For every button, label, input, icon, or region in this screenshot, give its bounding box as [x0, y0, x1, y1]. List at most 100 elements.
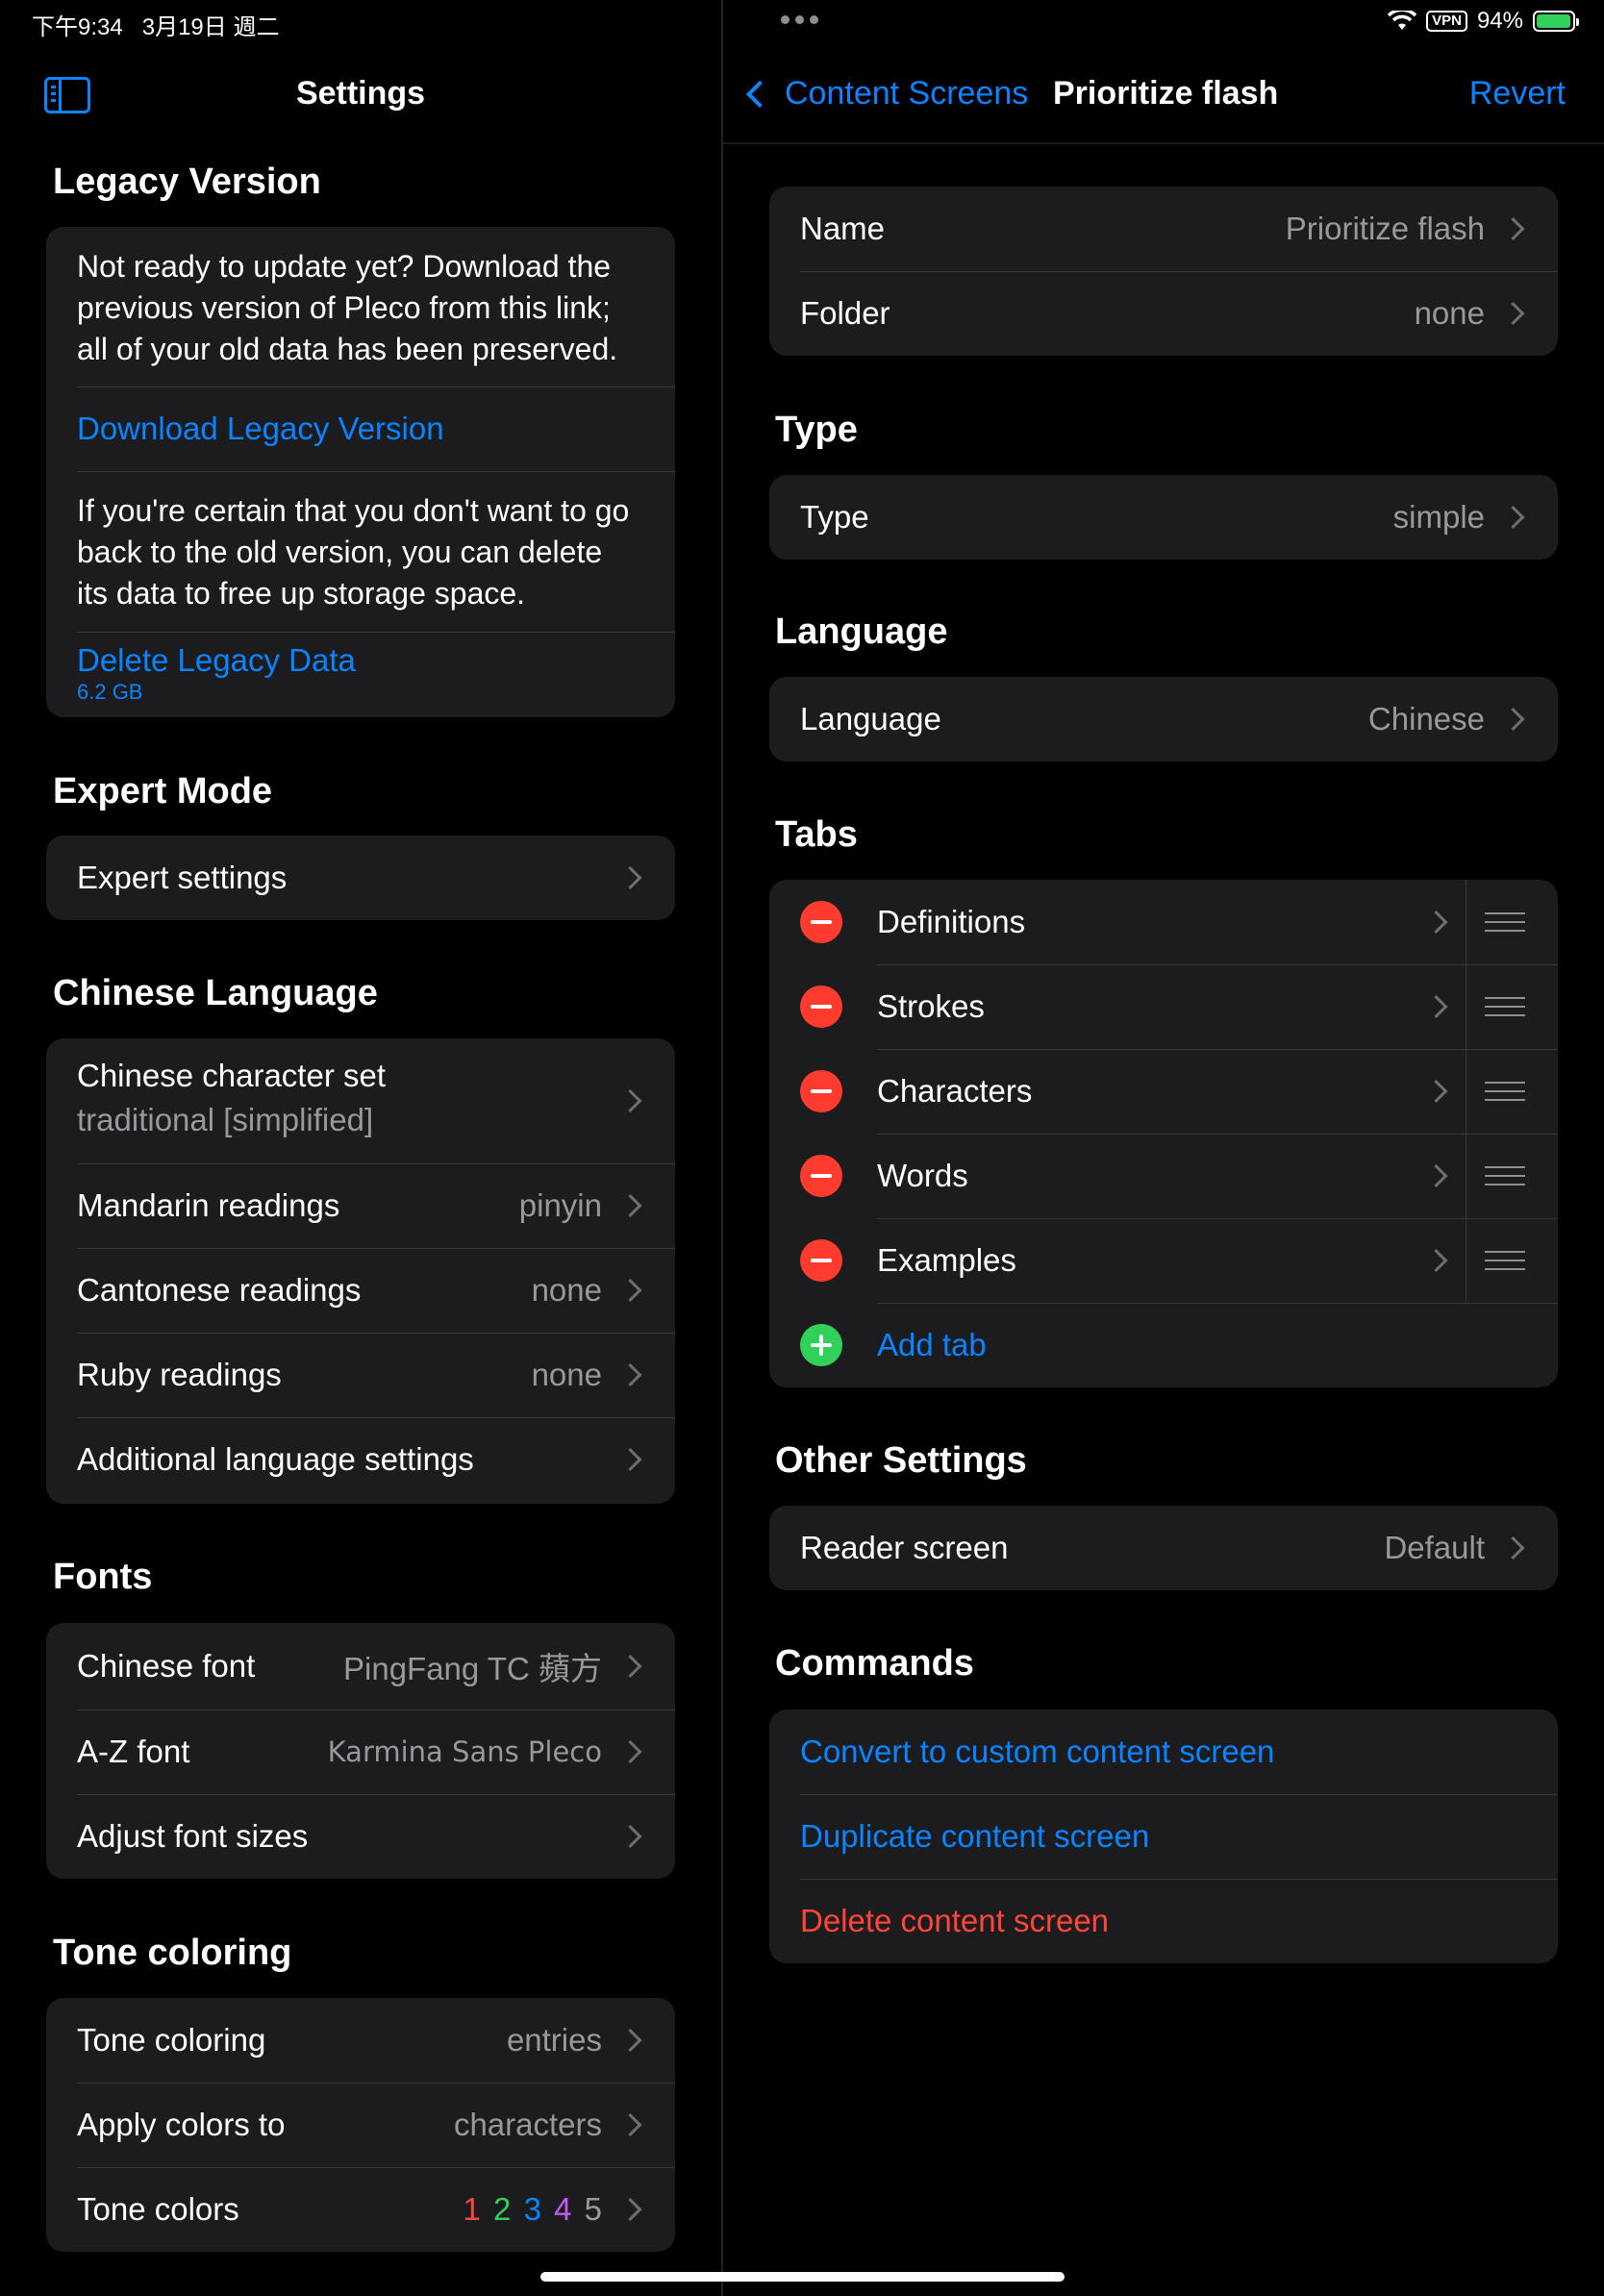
- name-row[interactable]: Name Prioritize flash: [769, 187, 1558, 271]
- type-card: Type simple: [769, 475, 1558, 560]
- tab-characters-row[interactable]: Characters: [769, 1049, 1558, 1134]
- chevron-right-icon: [1424, 1079, 1448, 1104]
- tone-coloring-card: Tone coloring entries Apply colors to ch…: [46, 1998, 675, 2252]
- delete-legacy-data-button[interactable]: Delete Legacy Data: [77, 639, 637, 681]
- chinese-font-row[interactable]: Chinese font PingFang TC 蘋方: [46, 1623, 675, 1710]
- tab-words-row[interactable]: Words: [769, 1134, 1558, 1218]
- az-font-value: Karmina Sans Pleco: [327, 1735, 602, 1768]
- chevron-right-icon: [618, 1739, 642, 1764]
- chevron-right-icon: [1501, 1535, 1525, 1560]
- adjust-font-sizes-label: Adjust font sizes: [77, 1818, 309, 1854]
- reorder-handle-icon[interactable]: [1485, 1166, 1525, 1185]
- language-value: Chinese: [1367, 701, 1485, 736]
- expert-settings-label: Expert settings: [77, 860, 288, 895]
- tone-1: 1: [463, 2191, 481, 2227]
- remove-tab-icon[interactable]: [800, 986, 842, 1028]
- reorder-handle-icon[interactable]: [1485, 997, 1525, 1016]
- additional-language-settings-row[interactable]: Additional language settings: [46, 1417, 675, 1502]
- remove-tab-icon[interactable]: [800, 901, 842, 943]
- chevron-right-icon: [1501, 301, 1525, 326]
- tone-colors-row[interactable]: Tone colors 1 2 3 4 5: [46, 2167, 675, 2252]
- duplicate-row[interactable]: Duplicate content screen: [769, 1794, 1558, 1879]
- convert-custom-row[interactable]: Convert to custom content screen: [769, 1710, 1558, 1794]
- az-font-label: A-Z font: [77, 1734, 190, 1769]
- tone-3: 3: [523, 2191, 541, 2227]
- additional-language-settings-label: Additional language settings: [77, 1441, 474, 1477]
- expert-settings-row[interactable]: Expert settings: [46, 836, 675, 920]
- tone-4: 4: [554, 2191, 572, 2227]
- tone-coloring-row[interactable]: Tone coloring entries: [46, 1998, 675, 2083]
- add-tab-row[interactable]: Add tab: [769, 1303, 1558, 1387]
- chevron-right-icon: [618, 2197, 642, 2222]
- tab-label: Words: [877, 1158, 968, 1193]
- folder-label: Folder: [800, 295, 890, 331]
- cantonese-readings-row[interactable]: Cantonese readings none: [46, 1248, 675, 1333]
- mandarin-readings-value: pinyin: [518, 1187, 602, 1223]
- tab-strokes-row[interactable]: Strokes: [769, 964, 1558, 1049]
- fonts-header: Fonts: [53, 1557, 153, 1597]
- settings-nav-bar: Settings: [0, 58, 721, 135]
- chinese-language-header: Chinese Language: [53, 973, 378, 1013]
- chevron-right-icon: [618, 1278, 642, 1303]
- tabs-header: Tabs: [775, 814, 858, 855]
- reorder-handle-icon[interactable]: [1485, 1251, 1525, 1270]
- cantonese-readings-label: Cantonese readings: [77, 1272, 362, 1308]
- language-label: Language: [800, 701, 941, 736]
- remove-tab-icon[interactable]: [800, 1155, 842, 1197]
- tab-examples-row[interactable]: Examples: [769, 1218, 1558, 1303]
- tab-definitions-row[interactable]: Definitions: [769, 880, 1558, 964]
- chevron-right-icon: [618, 865, 642, 890]
- az-font-row[interactable]: A-Z font Karmina Sans Pleco: [46, 1710, 675, 1794]
- tone-colors-value: 1 2 3 4 5: [460, 2191, 602, 2228]
- tone-colors-label: Tone colors: [77, 2191, 239, 2227]
- character-set-row[interactable]: Chinese character set traditional [simpl…: [46, 1038, 675, 1163]
- delete-content-screen-button[interactable]: Delete content screen: [800, 1903, 1109, 1939]
- name-value: Prioritize flash: [1285, 211, 1485, 246]
- chinese-font-label: Chinese font: [77, 1648, 256, 1684]
- remove-tab-icon[interactable]: [800, 1239, 842, 1282]
- convert-custom-button[interactable]: Convert to custom content screen: [800, 1734, 1274, 1770]
- apply-colors-value: characters: [453, 2107, 602, 2142]
- chevron-right-icon: [1424, 1248, 1448, 1273]
- apply-colors-row[interactable]: Apply colors to characters: [46, 2083, 675, 2167]
- tab-label: Strokes: [877, 988, 985, 1024]
- delete-legacy-info-text: If you're certain that you don't want to…: [77, 493, 630, 611]
- download-legacy-link[interactable]: Download Legacy Version: [77, 408, 637, 449]
- settings-pane: Settings Legacy Version Not ready to upd…: [0, 0, 721, 2296]
- delete-row[interactable]: Delete content screen: [769, 1879, 1558, 1963]
- reader-screen-row[interactable]: Reader screen Default: [769, 1506, 1558, 1590]
- legacy-version-card: Not ready to update yet? Download the pr…: [46, 227, 675, 717]
- home-indicator[interactable]: [540, 2272, 1065, 2282]
- cantonese-readings-value: none: [531, 1272, 602, 1308]
- revert-button[interactable]: Revert: [1469, 75, 1566, 112]
- chevron-right-icon: [618, 1362, 642, 1387]
- tab-label: Characters: [877, 1073, 1033, 1109]
- ruby-readings-value: none: [531, 1357, 602, 1392]
- legacy-intro-text: Not ready to update yet? Download the pr…: [77, 249, 618, 366]
- reader-screen-label: Reader screen: [800, 1530, 1009, 1565]
- commands-header: Commands: [775, 1643, 974, 1684]
- page-title: Settings: [295, 75, 426, 112]
- tone-5: 5: [584, 2191, 602, 2227]
- commands-card: Convert to custom content screen Duplica…: [769, 1710, 1558, 1963]
- adjust-font-sizes-row[interactable]: Adjust font sizes: [46, 1794, 675, 1879]
- mandarin-readings-label: Mandarin readings: [77, 1187, 340, 1223]
- language-row[interactable]: Language Chinese: [769, 677, 1558, 761]
- type-row[interactable]: Type simple: [769, 475, 1558, 560]
- reorder-handle-icon[interactable]: [1485, 1082, 1525, 1101]
- tone-coloring-value: entries: [506, 2022, 602, 2058]
- folder-row[interactable]: Folder none: [769, 271, 1558, 356]
- chevron-right-icon: [618, 2028, 642, 2053]
- back-button[interactable]: Content Screens: [744, 75, 1028, 112]
- remove-tab-icon[interactable]: [800, 1070, 842, 1112]
- ruby-readings-row[interactable]: Ruby readings none: [46, 1333, 675, 1417]
- back-button-label: Content Screens: [785, 75, 1029, 112]
- duplicate-button[interactable]: Duplicate content screen: [800, 1818, 1149, 1855]
- chinese-language-card: Chinese character set traditional [simpl…: [46, 1038, 675, 1504]
- language-card: Language Chinese: [769, 677, 1558, 761]
- mandarin-readings-row[interactable]: Mandarin readings pinyin: [46, 1163, 675, 1248]
- type-label: Type: [800, 499, 869, 535]
- chinese-font-value: PingFang TC 蘋方: [343, 1651, 602, 1686]
- add-icon[interactable]: [800, 1324, 842, 1366]
- reorder-handle-icon[interactable]: [1485, 912, 1525, 932]
